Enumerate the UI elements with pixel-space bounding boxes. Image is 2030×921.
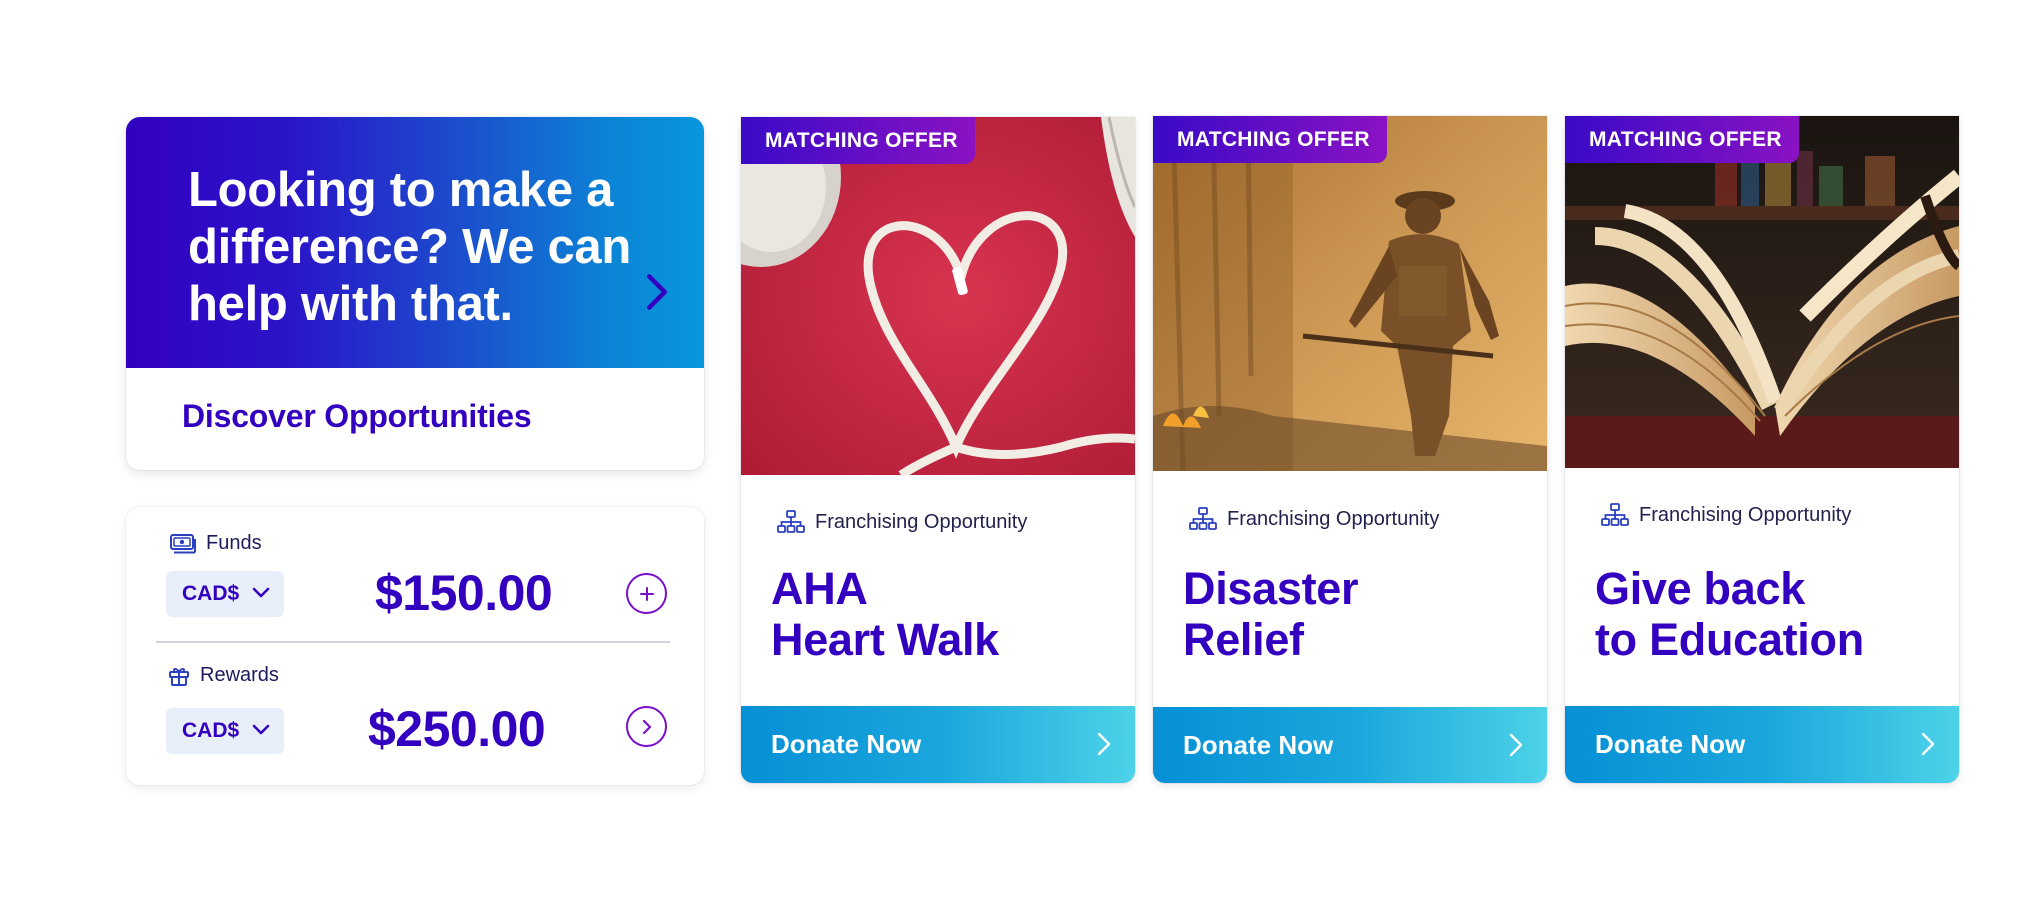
- rewards-amount: $250.00: [368, 701, 546, 757]
- chevron-right-icon: [642, 719, 651, 734]
- hero-heading: Looking to make a difference? We can hel…: [188, 163, 631, 331]
- org-chart-icon: [1601, 503, 1629, 526]
- matching-offer-badge: MATCHING OFFER: [1565, 116, 1799, 163]
- opportunity-title-line2: Relief: [1183, 614, 1304, 665]
- rewards-label: Rewards: [200, 664, 279, 686]
- opportunity-image-education: [1565, 116, 1959, 468]
- opportunity-category: Franchising Opportunity: [777, 510, 1027, 534]
- hero-banner[interactable]: Looking to make a difference? We can hel…: [126, 117, 704, 368]
- open-book-image: [1565, 116, 1959, 468]
- funds-currency-value: CAD$: [182, 582, 240, 605]
- donate-now-button[interactable]: Donate Now: [1565, 706, 1959, 783]
- wallet-card: Funds CAD$ $150.00 Rewards CAD$ $250.00: [126, 507, 704, 785]
- donate-now-button[interactable]: Donate Now: [1153, 707, 1547, 783]
- opportunity-title-line1: Disaster: [1183, 563, 1359, 614]
- opportunity-category-label: Franchising Opportunity: [1227, 507, 1440, 530]
- chevron-right-icon: [1509, 733, 1523, 757]
- rewards-details-button[interactable]: [626, 706, 667, 747]
- chevron-right-icon[interactable]: [642, 272, 672, 312]
- rewards-label-row: Rewards: [168, 664, 279, 687]
- wallet-divider: [156, 641, 670, 643]
- opportunity-title[interactable]: Disaster Relief: [1183, 563, 1359, 665]
- chevron-down-icon: [252, 724, 270, 735]
- org-chart-icon: [1189, 507, 1217, 530]
- money-icon: [170, 533, 196, 553]
- shoelace-heart-image: [741, 117, 1135, 475]
- donate-now-label: Donate Now: [771, 729, 922, 759]
- opportunity-image-disaster-relief: [1153, 116, 1547, 471]
- firefighter-image: [1153, 116, 1547, 471]
- donate-now-button[interactable]: Donate Now: [741, 706, 1135, 783]
- opportunity-title-line1: AHA: [771, 563, 868, 614]
- rewards-currency-value: CAD$: [182, 719, 240, 742]
- opportunity-card-heart-walk[interactable]: MATCHING OFFER Franchising Opportunity A…: [741, 117, 1135, 783]
- opportunity-title[interactable]: AHA Heart Walk: [771, 563, 999, 665]
- funds-label-row: Funds: [170, 532, 262, 555]
- gift-icon: [169, 667, 189, 686]
- opportunity-title-line2: to Education: [1595, 614, 1864, 665]
- chevron-right-icon: [1097, 732, 1111, 756]
- add-funds-button[interactable]: [626, 573, 667, 614]
- org-chart-icon: [777, 510, 805, 533]
- matching-offer-badge: MATCHING OFFER: [1153, 116, 1387, 163]
- opportunity-category-label: Franchising Opportunity: [1639, 503, 1852, 526]
- opportunity-card-education[interactable]: MATCHING OFFER Franchising Opportunity G…: [1565, 116, 1959, 783]
- opportunity-category-label: Franchising Opportunity: [815, 510, 1028, 533]
- funds-amount: $150.00: [375, 565, 553, 621]
- discover-opportunities-link[interactable]: Discover Opportunities: [182, 398, 532, 435]
- opportunity-category: Franchising Opportunity: [1601, 503, 1851, 527]
- funds-currency-select[interactable]: CAD$: [166, 571, 284, 617]
- chevron-right-icon: [1921, 732, 1935, 756]
- rewards-currency-select[interactable]: CAD$: [166, 708, 284, 754]
- opportunity-title-line1: Give back: [1595, 563, 1805, 614]
- matching-offer-badge: MATCHING OFFER: [741, 117, 975, 164]
- opportunity-image-heart-walk: [741, 117, 1135, 475]
- donate-now-label: Donate Now: [1595, 729, 1746, 759]
- opportunity-title-line2: Heart Walk: [771, 614, 999, 665]
- opportunity-title[interactable]: Give back to Education: [1595, 563, 1864, 665]
- opportunity-category: Franchising Opportunity: [1189, 507, 1439, 531]
- opportunity-card-disaster-relief[interactable]: MATCHING OFFER Franchising Opportunity D…: [1153, 116, 1547, 783]
- plus-icon: [639, 586, 654, 601]
- chevron-down-icon: [252, 587, 270, 598]
- discover-card[interactable]: Looking to make a difference? We can hel…: [126, 117, 704, 470]
- funds-label: Funds: [206, 532, 262, 554]
- donate-now-label: Donate Now: [1183, 729, 1334, 760]
